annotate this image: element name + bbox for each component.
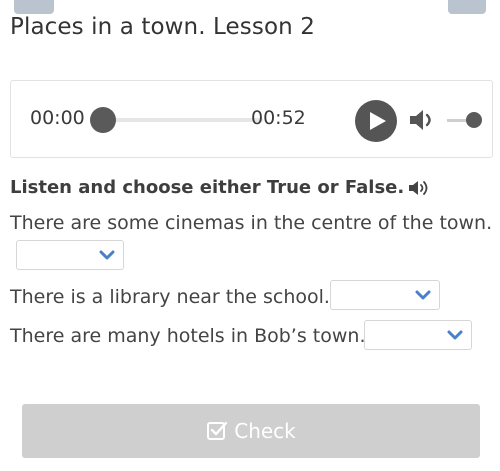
- total-time: 00:52: [251, 107, 306, 129]
- play-button[interactable]: [355, 100, 397, 142]
- chevron-down-icon: [99, 250, 115, 260]
- page-title: Places in a town. Lesson 2: [10, 14, 315, 40]
- volume-icon[interactable]: [408, 108, 438, 132]
- question-3-select[interactable]: [364, 320, 472, 350]
- chevron-down-icon: [447, 330, 463, 340]
- question-1-text: There are some cinemas in the centre of …: [10, 212, 493, 234]
- question-3-text: There are many hotels in Bob’s town.: [10, 325, 366, 347]
- checkbox-icon: [207, 421, 228, 440]
- top-right-tab[interactable]: [448, 0, 486, 14]
- chevron-down-icon: [415, 290, 431, 300]
- instruction-text: Listen and choose either True or False.: [10, 177, 405, 198]
- seek-knob[interactable]: [90, 107, 116, 133]
- volume-knob[interactable]: [466, 112, 482, 128]
- top-left-tab[interactable]: [14, 0, 54, 14]
- play-icon: [369, 112, 386, 130]
- question-2-text: There is a library near the school.: [10, 286, 330, 308]
- seek-track[interactable]: [103, 118, 263, 122]
- check-button-label: Check: [234, 419, 296, 443]
- instruction: Listen and choose either True or False.: [10, 177, 432, 198]
- check-button[interactable]: Check: [22, 404, 480, 458]
- current-time: 00:00: [30, 107, 85, 129]
- question-1-select[interactable]: [16, 240, 124, 270]
- speaker-icon[interactable]: [408, 178, 432, 198]
- question-2-select[interactable]: [330, 280, 440, 310]
- audio-player: 00:00 00:52: [10, 80, 493, 158]
